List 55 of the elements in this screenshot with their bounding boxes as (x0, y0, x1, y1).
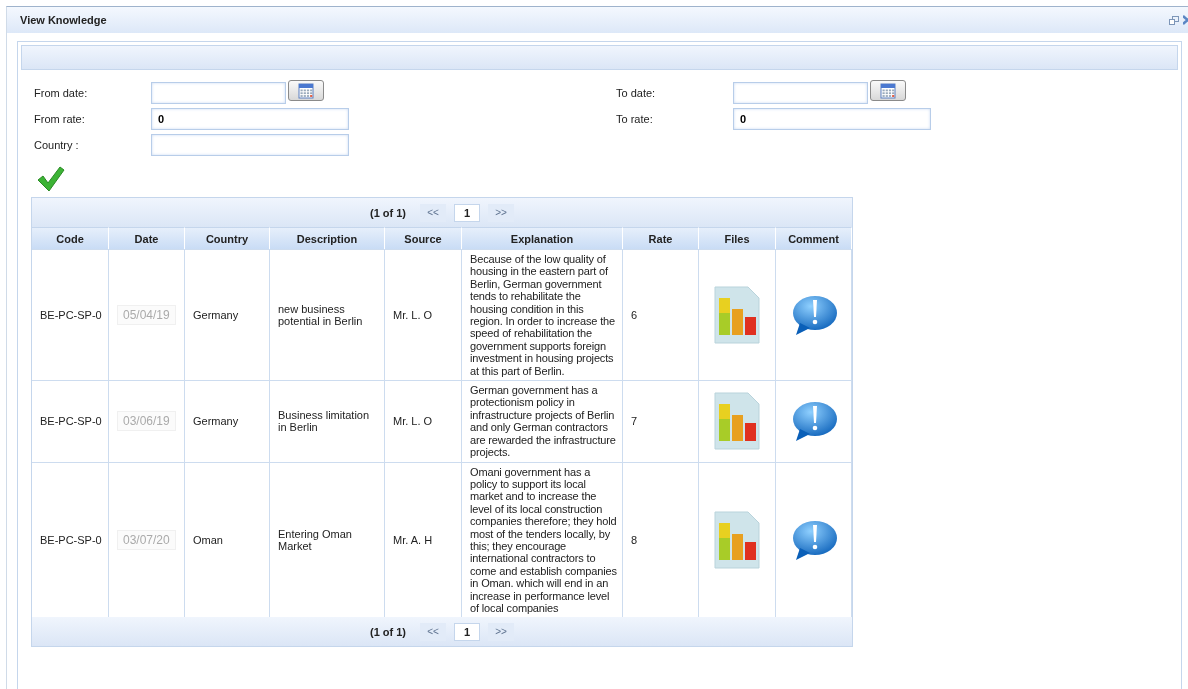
table-cell: Omani government has a policy to support its local market and to increase the level of its local construction companies therefore; they hold most of the tenders locally, by this; they encourage international contractors to come and establish companies in Oman. which will end in an increase in performance level of local companies (470, 465, 617, 615)
table-cell: Mr. L. O (393, 308, 433, 322)
restore-icon[interactable] (1169, 15, 1179, 25)
table-cell: 7 (631, 415, 638, 428)
text-field[interactable] (151, 134, 349, 156)
page-button[interactable]: 1 (454, 203, 481, 222)
bar-chart-document-icon[interactable] (714, 286, 760, 345)
field-label: From rate: (34, 113, 86, 125)
field-label: To rate: (616, 113, 654, 125)
page-status: (1 of 1) (369, 625, 407, 638)
page-button[interactable]: 1 (454, 622, 481, 641)
table-cell: Mr. A. H (393, 533, 433, 547)
date-field[interactable] (151, 82, 286, 104)
table-cell: Oman (193, 533, 223, 547)
column-header[interactable]: Explanation (462, 227, 623, 249)
table-cell: 6 (631, 308, 638, 322)
table-cell: BE-PC-SP-0 (40, 308, 102, 322)
checkmark-icon[interactable] (37, 166, 65, 192)
calendar-button[interactable] (288, 80, 324, 101)
calendar-icon (298, 82, 314, 99)
field-label: To date: (616, 87, 657, 99)
table-cell: 8 (631, 533, 638, 547)
column-header[interactable]: Description (270, 227, 385, 249)
text-field[interactable]: 0 (151, 108, 349, 130)
bar-chart-document-icon[interactable] (714, 392, 760, 451)
bar-chart-document-icon[interactable] (714, 510, 760, 569)
date-field: 03/06/19 (117, 411, 176, 432)
column-header[interactable]: Code (32, 227, 109, 249)
calendar-button[interactable] (870, 80, 906, 101)
table-cell-text: Entering Oman Market (278, 527, 353, 553)
calendar-icon (880, 82, 896, 99)
table-cell: Mr. L. O (393, 415, 433, 428)
table-cell-text: Business limitation in Berlin (278, 408, 371, 434)
column-header[interactable]: Date (109, 227, 185, 249)
field-label: Country : (34, 139, 80, 151)
table-cell: BE-PC-SP-0 (40, 533, 102, 547)
table-cell: Germany (193, 308, 239, 322)
column-header[interactable]: Country (185, 227, 270, 249)
column-header[interactable]: Source (385, 227, 462, 249)
date-field[interactable] (733, 82, 868, 104)
table-cell-text: new business potential in Berlin (278, 302, 364, 328)
date-field: 03/07/20 (117, 529, 176, 551)
page-status: (1 of 1) (369, 206, 407, 219)
column-header[interactable]: Comment (776, 227, 852, 249)
column-header[interactable]: Rate (623, 227, 699, 249)
table-cell: BE-PC-SP-0 (40, 415, 102, 428)
close-icon[interactable] (1183, 15, 1188, 25)
column-header[interactable]: Files (699, 227, 776, 249)
date-field: 05/04/19 (117, 304, 176, 326)
table-cell-text: Because of the low quality of housing in the eastern part of Berlin, German government tends to rehabilitate the housing condition in this region. In order to increase the speed of rehabilitation the government supports foreign investment in housing projects at this part of Berlin. (470, 253, 616, 378)
table-cell: German government has a protectionism policy in infrastructure projects of Berlin and only German contractors are rewarded the infrastructure projects. (470, 384, 617, 459)
text-field[interactable]: 0 (733, 108, 931, 130)
table-cell: Germany (193, 415, 239, 428)
window-title: View Knowledge (20, 14, 108, 26)
field-label: From date: (34, 87, 89, 99)
